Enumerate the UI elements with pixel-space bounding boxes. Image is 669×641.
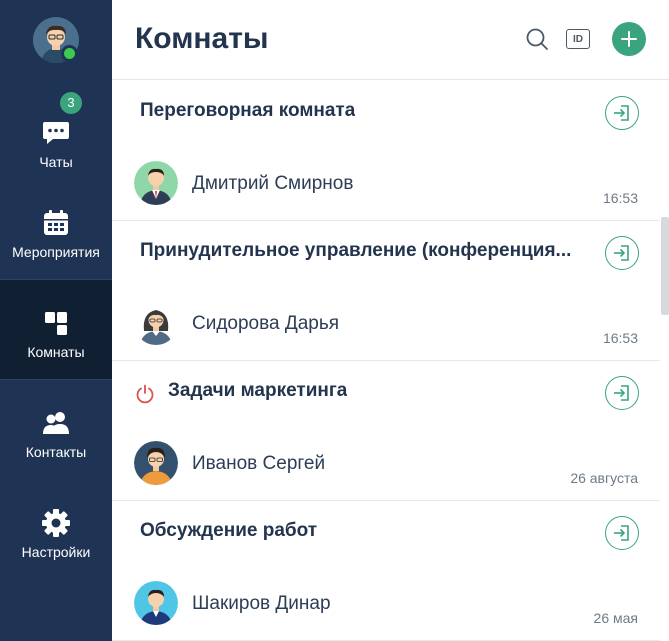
list-item[interactable]: Принудительное управление (конференция..… — [112, 221, 660, 361]
timestamp: 16:53 — [602, 190, 638, 206]
power-icon — [135, 384, 155, 404]
list-item[interactable]: Обсуждение работ Шакиров Динар 26 мая — [112, 501, 660, 641]
id-card-icon: ID — [566, 29, 590, 49]
search-icon — [526, 28, 548, 50]
enter-room-button[interactable] — [605, 516, 639, 550]
enter-room-button[interactable] — [605, 376, 639, 410]
plus-icon — [621, 31, 637, 47]
last-speaker-name: Шакиров Динар — [192, 593, 331, 614]
sidebar-item-contacts[interactable]: Контакты — [0, 380, 112, 480]
id-button[interactable]: ID — [565, 24, 591, 54]
last-speaker-name: Дмитрий Смирнов — [192, 173, 354, 194]
enter-room-button[interactable] — [605, 96, 639, 130]
main-panel: Комнаты ID Переговорная комната Дмитрий … — [112, 0, 669, 641]
app-window: Чаты 3 Мероприятия Комнаты Контакты Наст… — [0, 0, 669, 641]
avatar — [134, 581, 178, 625]
timestamp: 16:53 — [602, 330, 638, 346]
login-icon — [614, 525, 629, 541]
sidebar-item-label: Комнаты — [27, 344, 85, 360]
avatar — [134, 301, 178, 345]
sidebar-item-events[interactable]: Мероприятия — [0, 180, 112, 280]
room-title: Принудительное управление (конференция..… — [140, 240, 572, 261]
online-status-indicator — [61, 45, 78, 62]
add-room-button[interactable] — [612, 22, 646, 56]
timestamp: 26 августа — [570, 470, 638, 486]
sidebar-item-label: Контакты — [25, 444, 87, 460]
sidebar: Чаты 3 Мероприятия Комнаты Контакты Наст… — [0, 0, 112, 641]
list-item[interactable]: Задачи маркетинга Иванов Сергей 26 авгус… — [112, 361, 660, 501]
avatar — [134, 161, 178, 205]
id-button-label: ID — [573, 33, 583, 45]
rooms-list[interactable]: Переговорная комната Дмитрий Смирнов 16:… — [112, 81, 660, 641]
room-title: Задачи маркетинга — [168, 380, 348, 401]
calendar-icon — [41, 208, 71, 238]
sidebar-item-chats[interactable]: Чаты — [0, 90, 112, 190]
login-icon — [614, 105, 629, 121]
timestamp: 26 мая — [593, 610, 638, 626]
login-icon — [614, 385, 629, 401]
enter-room-button[interactable] — [605, 236, 639, 270]
header: Комнаты ID — [112, 0, 669, 80]
room-title: Переговорная комната — [140, 100, 356, 121]
sidebar-item-rooms[interactable]: Комнаты — [0, 280, 112, 380]
sidebar-item-label: Мероприятия — [12, 244, 100, 260]
list-item[interactable]: Переговорная комната Дмитрий Смирнов 16:… — [112, 81, 660, 221]
rooms-icon — [41, 308, 71, 338]
last-speaker-name: Иванов Сергей — [192, 453, 326, 474]
avatar — [134, 441, 178, 485]
contacts-icon — [41, 408, 71, 438]
page-title: Комнаты — [135, 22, 269, 55]
sidebar-item-settings[interactable]: Настройки — [0, 480, 112, 580]
sidebar-item-label: Настройки — [21, 544, 91, 560]
unread-badge: 3 — [60, 92, 82, 114]
search-button[interactable] — [522, 24, 552, 54]
last-speaker-name: Сидорова Дарья — [192, 313, 340, 334]
chat-icon — [41, 118, 71, 148]
login-icon — [614, 245, 629, 261]
scrollbar[interactable] — [661, 217, 669, 315]
sidebar-item-label: Чаты — [39, 154, 73, 170]
room-title: Обсуждение работ — [140, 520, 318, 541]
settings-icon — [41, 508, 71, 538]
